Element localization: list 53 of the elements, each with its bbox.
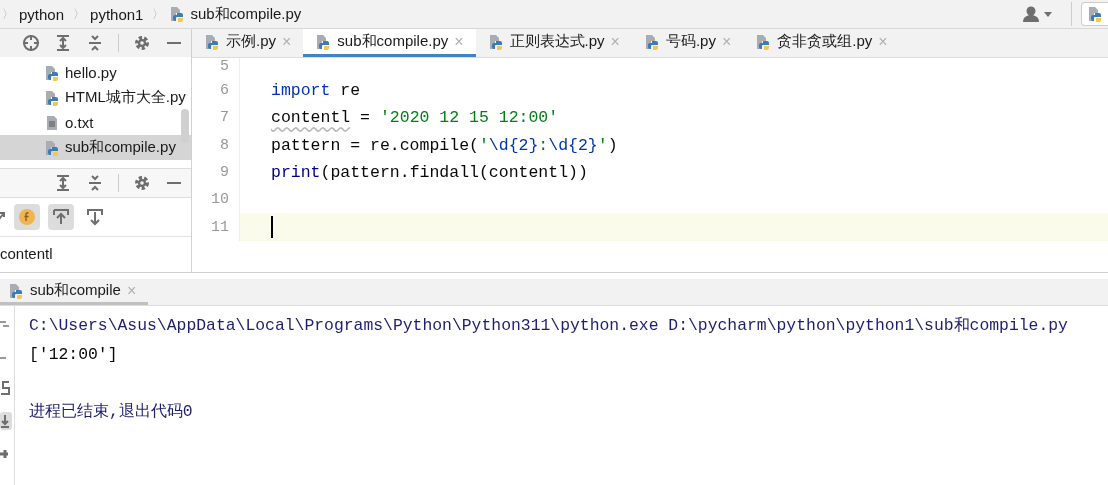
- run-tab[interactable]: sub和compile ×: [0, 279, 148, 305]
- python-file-icon: [487, 33, 504, 50]
- python-icon: [1087, 6, 1103, 22]
- console-line: C:\Users\Asus\AppData\Local\Programs\Python\Python311\python.exe D:\pycharm\python\python1\sub和compile.py: [29, 315, 1068, 337]
- breadcrumb-separator: 〉: [2, 5, 14, 23]
- breadcrumb[interactable]: python: [19, 5, 65, 23]
- python-file-icon: [643, 33, 660, 50]
- line-number: 11: [192, 213, 240, 241]
- breadcrumb-separator: 〉: [152, 5, 165, 23]
- python-icon: [8, 282, 24, 299]
- console-line: 进程已结束,退出代码0: [29, 400, 194, 423]
- tree-item[interactable]: sub和compile.py: [0, 135, 191, 160]
- python-file-icon: [44, 64, 60, 81]
- text-file-icon: [44, 114, 60, 131]
- breadcrumb-separator: 〉: [73, 5, 86, 23]
- collapse-all-icon[interactable]: [86, 34, 104, 52]
- code-line: print(pattern.findall(contentl)): [271, 162, 588, 184]
- scroll-end-icon[interactable]: [0, 412, 12, 430]
- scrollbar[interactable]: [181, 109, 189, 143]
- editor-tab[interactable]: sub和compile.py ×: [303, 29, 476, 57]
- python-file-icon: [169, 6, 186, 22]
- console-line: ['12:00']: [29, 343, 119, 366]
- settings-icon[interactable]: [133, 174, 151, 192]
- locate-icon[interactable]: [22, 34, 40, 52]
- structure-item[interactable]: contentl: [0, 243, 191, 265]
- python-file-icon: [755, 33, 772, 50]
- breadcrumb[interactable]: sub和compile.py: [190, 4, 302, 24]
- code-line: pattern = re.compile('\d{2}:\d{2}'): [271, 134, 618, 157]
- field-icon: [18, 208, 36, 226]
- python-file-icon: [204, 33, 220, 50]
- text-cursor: [271, 216, 273, 239]
- toggle-button[interactable]: [48, 204, 74, 230]
- python-file-icon: [315, 33, 332, 50]
- settings-icon[interactable]: [133, 34, 151, 52]
- editor-tab[interactable]: 示例.py ×: [192, 29, 304, 57]
- editor-tab[interactable]: 号码.py ×: [631, 29, 744, 57]
- code-line: import re: [271, 80, 361, 102]
- code-line: contentl = '2020 12 15 12:00': [271, 107, 559, 129]
- python-file-icon: [44, 139, 60, 156]
- collapse-all-icon[interactable]: [86, 174, 104, 192]
- arrow-up-icon: [52, 208, 70, 226]
- tree-item[interactable]: HTML城市大全.py: [0, 85, 191, 110]
- toggle-button[interactable]: [14, 204, 40, 230]
- tree-item[interactable]: hello.py: [0, 60, 191, 85]
- breadcrumb[interactable]: python1: [90, 5, 144, 23]
- expand-all-icon[interactable]: [54, 174, 72, 192]
- tree-item[interactable]: o.txt: [0, 110, 191, 135]
- run-config-button[interactable]: [1081, 2, 1108, 26]
- arrow-down-icon: [86, 208, 104, 226]
- expand-all-icon[interactable]: [54, 34, 72, 52]
- editor-tab[interactable]: 贪非贪或组.py ×: [743, 29, 900, 57]
- editor-tab[interactable]: 正则表达式.py ×: [475, 29, 632, 57]
- python-file-icon: [44, 89, 60, 106]
